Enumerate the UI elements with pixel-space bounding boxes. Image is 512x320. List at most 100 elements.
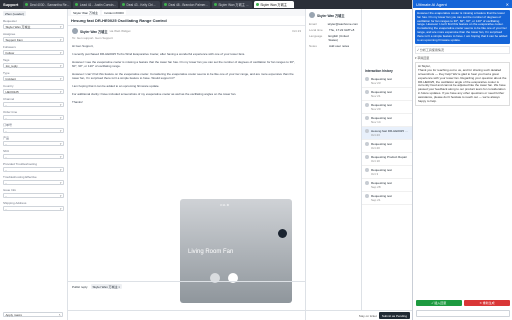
status-dot-icon <box>164 3 168 6</box>
field-input[interactable]: HEO0125 ˅ <box>3 89 64 94</box>
history-item-date: Sep 21 <box>371 198 381 202</box>
draft-body: Thank you for reaching out to us, and fo… <box>418 68 507 103</box>
regenerate-button[interactable]: ✕ 重新生成 <box>464 300 510 306</box>
sender-name[interactable]: Skyler Wan 万城主 <box>80 29 108 34</box>
submit-button[interactable]: Submit as Pending <box>378 312 410 319</box>
field-input[interactable]: - ˅ <box>3 102 64 107</box>
draft-reply-section[interactable]: ▾ 草拟回复 <box>415 56 510 60</box>
chevron-down-icon: ˅ <box>59 154 62 159</box>
breadcrumb: Zhen (Leader) <box>3 11 64 16</box>
message-body: Hi Gen Support, I recently purchased DR-H… <box>68 42 305 106</box>
assistant-actions: ✓ 插入回复 ✕ 重新生成 <box>416 300 510 306</box>
field-input[interactable]: Support Fam ˅ <box>3 37 64 42</box>
tool-usage-section[interactable]: ✓ 分析工具使用情况 <box>415 46 510 55</box>
ticket-subject[interactable]: Hesung fast DR-HE0025 Oscillating Range … <box>68 16 305 26</box>
field-input[interactable]: - ˅ <box>3 115 64 120</box>
via-channel: via Web Widget <box>109 29 131 33</box>
field-value: - <box>5 193 7 198</box>
history-title: Interaction history <box>365 69 393 73</box>
insert-reply-button[interactable]: ✓ 插入回复 <box>416 300 462 306</box>
history-item[interactable]: Requesting test Sep 21 <box>362 192 412 205</box>
assistant-input[interactable] <box>416 310 510 317</box>
field-value: Follow <box>5 50 15 55</box>
status-dot-icon <box>122 3 126 6</box>
apply-macro-button[interactable]: Apply macro ˄ <box>3 312 63 317</box>
chevron-up-icon: ˄ <box>58 312 61 317</box>
history-item[interactable]: Requesting Product Repair Oct 10 <box>362 153 412 166</box>
tab-1[interactable]: Lead 41 - Justin Corwin... <box>73 1 119 8</box>
breadcrumb-org[interactable]: Zhen (Leader) <box>3 11 27 16</box>
status-dot-icon <box>213 3 217 6</box>
message-paragraph: I am hoping that it can be added to an u… <box>72 84 160 88</box>
field-input[interactable]: - ˅ <box>3 154 64 159</box>
chevron-down-icon: ˅ <box>59 167 62 172</box>
history-item[interactable]: Requesting test Oct 20 <box>362 140 412 153</box>
chevron-down-icon: ˅ <box>59 89 62 94</box>
history-item[interactable]: Requesting test Nov 23 <box>362 75 412 88</box>
reply-composer[interactable]: Public reply Skyler Wan 万城主 × <box>68 281 306 307</box>
info-value[interactable]: Add user notes <box>329 44 349 48</box>
conversation-panel: Skyler Wan 万城主 Incident #0000 Hesung fas… <box>68 9 306 320</box>
field-input[interactable]: - ˅ <box>3 128 64 133</box>
history-item-date: Oct 10 <box>371 159 380 163</box>
field-value: Support Fam <box>5 37 23 42</box>
chevron-down-icon: ˅ <box>59 180 62 185</box>
field-label: Country <box>3 84 14 88</box>
tab-0[interactable]: Deal 4030 - Samantha Re... <box>23 1 72 8</box>
history-item[interactable]: Requesting test Sep 28 <box>362 179 412 192</box>
tab-4[interactable]: Skyler Wan 万城主 ... <box>211 1 252 8</box>
close-icon[interactable]: ✕ <box>506 2 509 7</box>
field-input[interactable]: Follow ˅ <box>3 50 64 55</box>
stay-on-ticket[interactable]: Stay on ticket <box>359 314 377 318</box>
history-item[interactable]: Requesting test Nov 20 <box>362 101 412 114</box>
field-input[interactable]: - ˅ <box>3 180 64 185</box>
breadcrumb-incident[interactable]: Incident #0000 <box>102 10 126 15</box>
product-name: Support <box>3 2 19 7</box>
field-input[interactable]: - ˅ <box>3 167 64 172</box>
message-paragraph: However I can't find this feature on the… <box>72 72 294 80</box>
message-paragraph: However I see the evaporative cooler is … <box>72 60 295 68</box>
customer-info-panel: Skyler Wan 万城主 Email skyler@wanhome.com Lo… <box>306 9 362 320</box>
submit-bar: Stay on ticket Submit as Pending <box>306 310 412 320</box>
history-text: Hesung fast DR-HE0025 Oscillating Range … <box>371 129 409 137</box>
status-dot-icon <box>255 3 259 6</box>
history-item-date: Nov 20 <box>371 107 381 111</box>
message-paragraph: I recently purchased DR-HE0025 Turbo Win… <box>72 52 246 56</box>
chevron-down-icon: ˅ <box>59 128 62 133</box>
chevron-down-icon: ˅ <box>59 24 62 29</box>
field-input[interactable]: - ˅ <box>3 206 64 211</box>
field-input[interactable]: Skyler Wan 万城主 ˅ <box>3 24 64 29</box>
tab-2[interactable]: Deal 43 - Kelly Chi... <box>120 1 161 8</box>
tab-5[interactable]: Skyler Wan 万城主 <box>253 1 294 8</box>
field-label: SKU <box>3 149 10 153</box>
field-input[interactable]: Incident ˅ <box>3 76 64 81</box>
info-value: English (United States) <box>328 34 349 42</box>
history-text: Requesting test Nov 21 <box>371 90 409 98</box>
history-item[interactable]: Requesting test Nov 21 <box>362 88 412 101</box>
field-input[interactable]: 1st_reply ˅ <box>3 63 64 68</box>
ticket-icon <box>365 181 369 185</box>
customer-attributes: Email skyler@wanhome.com Local time Thu, 17… <box>306 21 361 49</box>
status-dot-icon <box>25 3 29 6</box>
history-item[interactable]: Requesting test Nov 14 <box>362 114 412 127</box>
message-paragraph: Thanks! <box>72 100 83 104</box>
field-input[interactable]: - ˅ <box>3 193 64 198</box>
history-item[interactable]: Requesting test Oct 3 <box>362 166 412 179</box>
field-input[interactable]: - ˅ <box>3 141 64 146</box>
reply-recipient[interactable]: Skyler Wan 万城主 × <box>90 284 123 289</box>
history-item-date: Oct 3 <box>371 172 379 176</box>
info-value: skyler@wanhome.com <box>327 22 358 26</box>
breadcrumb-requester[interactable]: Skyler Wan 万城主 <box>71 10 101 15</box>
customer-name[interactable]: Skyler Wan 万城主 <box>317 13 345 18</box>
tab-3[interactable]: Deal 48 - Brandon Palmer... <box>162 1 210 8</box>
history-text: Requesting test Oct 20 <box>371 142 409 150</box>
chevron-down-icon: ˅ <box>59 76 62 81</box>
assistant-header: Ultimate AI Agent ✕ <box>413 0 512 8</box>
ticket-icon <box>365 194 369 198</box>
history-item[interactable]: Hesung fast DR-HE0025 Oscillating Range … <box>362 127 412 140</box>
chevron-down-icon: ˅ <box>59 193 62 198</box>
interaction-history-panel: Interaction history Requesting test Nov 2… <box>362 9 412 320</box>
reply-type-toggle[interactable]: Public reply <box>72 285 88 289</box>
info-key: Notes <box>309 44 317 48</box>
message-time: Oct 23 <box>292 29 301 33</box>
